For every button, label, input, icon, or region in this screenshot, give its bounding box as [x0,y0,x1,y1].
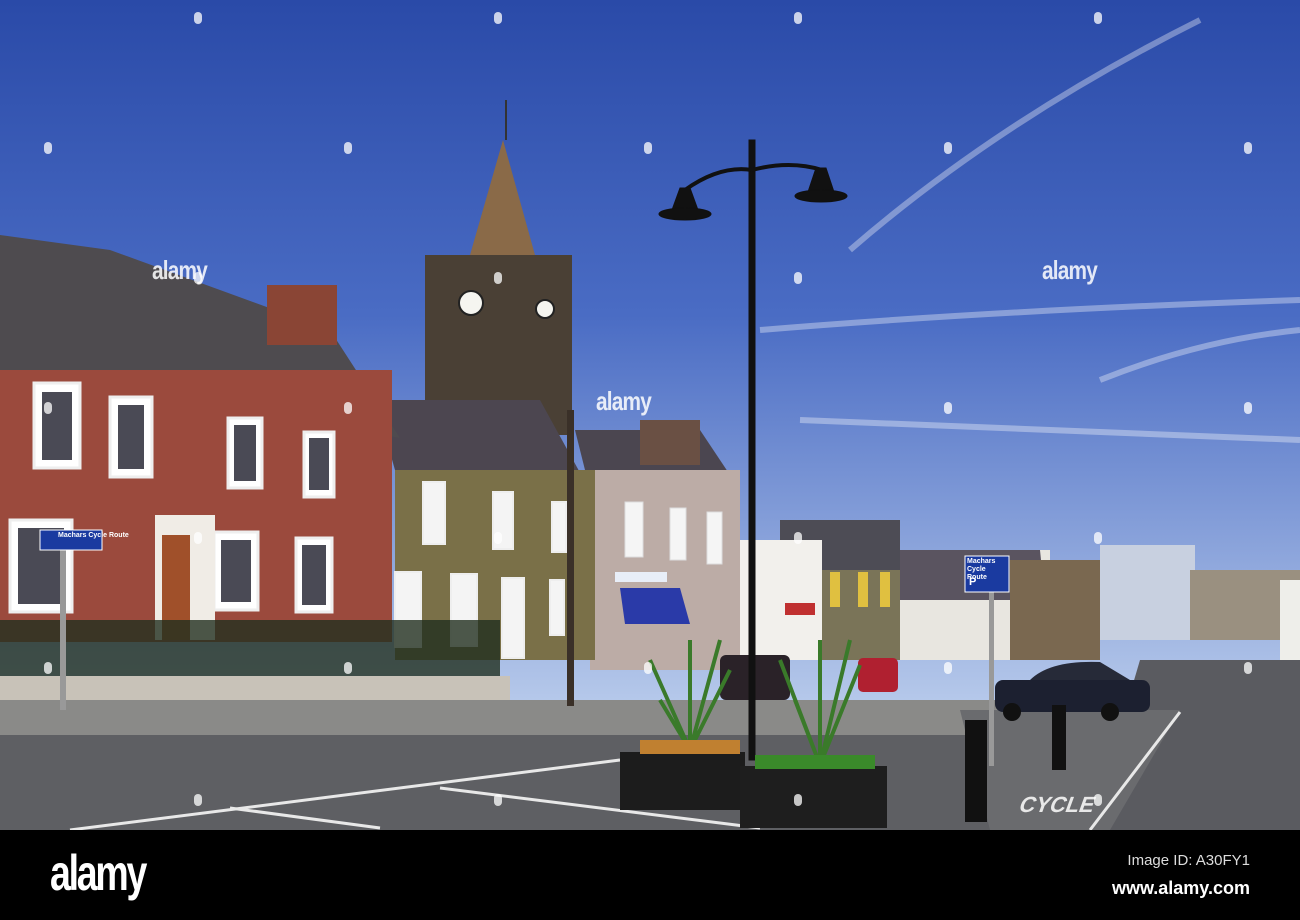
clock-face [458,290,484,316]
parking-sign: P [969,576,977,588]
alamy-logo: alamy [50,845,147,901]
planter [620,752,745,810]
cycle-route-sign-left: Machars Cycle Route [58,532,129,539]
watermark: alamy [1042,255,1098,285]
website-link[interactable]: www.alamy.com [1112,878,1250,899]
clock-face [535,299,555,319]
footer-bar: alamy Image ID: A30FY1 www.alamy.com [0,830,1300,920]
planter [740,766,887,828]
road-marking-cycle: CYCLE [1015,792,1100,817]
blue-awning [620,588,690,624]
photo-frame: Machars Cycle Route Machars Cycle Route … [0,0,1300,920]
watermark: alamy [596,386,652,416]
image-id: Image ID: A30FY1 [1127,852,1250,869]
